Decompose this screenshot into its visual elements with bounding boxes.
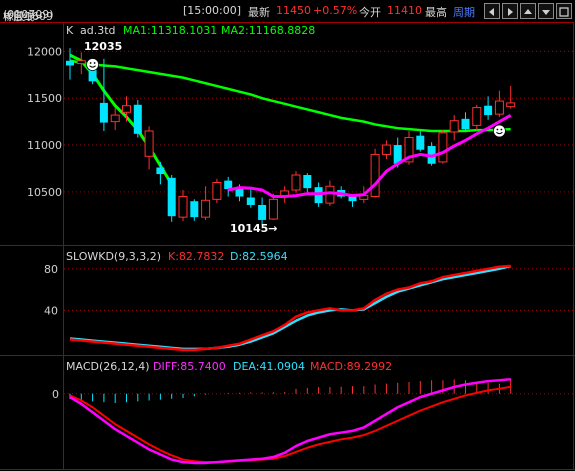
candle-body-18 xyxy=(268,198,278,220)
low-annotation: 10145→ xyxy=(230,222,278,235)
candle-body-4 xyxy=(110,114,120,123)
macd-y-tick-0: 0 xyxy=(52,388,59,401)
left-arrow-icon[interactable] xyxy=(484,3,500,19)
candle-body-12 xyxy=(201,199,211,218)
legend-k: K xyxy=(66,24,74,37)
candle-body-11 xyxy=(190,201,199,218)
smiley-sell-icon-eye-r xyxy=(93,62,96,64)
candle-body-3 xyxy=(99,102,108,123)
candle-body-34 xyxy=(449,120,459,133)
candle-body-33 xyxy=(438,132,448,163)
y-tick-12000: 12000 xyxy=(27,45,62,58)
open-value: 11410 xyxy=(387,4,422,17)
macd-series xyxy=(69,378,512,465)
ma1-label: MA1:11318.1031 xyxy=(123,24,217,37)
candle-body-21 xyxy=(303,175,312,189)
kd-y-tick-40: 40 xyxy=(44,304,58,317)
candle-body-0 xyxy=(66,60,74,66)
period-link[interactable]: 周期 xyxy=(453,4,475,20)
smiley-buy-icon-eye-r xyxy=(500,128,503,131)
short-ma-line xyxy=(69,53,173,186)
ma2-label: MA2:11168.8828 xyxy=(221,24,315,37)
legend-name: ad.3td xyxy=(80,24,116,37)
open-label: 今开 xyxy=(359,6,381,19)
smiley-sell-icon-face xyxy=(86,58,99,71)
smiley-sell-icon-eye-l xyxy=(89,62,92,64)
candle-body-20 xyxy=(291,174,301,191)
change-percent: +0.57% xyxy=(313,4,358,17)
title-bar: 橡胶1609 (010709) <日线> [15:00:00] 最新 11450 +… xyxy=(0,0,575,23)
candle-body-13 xyxy=(212,182,222,200)
main-legend: K ad.3td MA1:11318.1031 MA2:11168.8828 xyxy=(66,24,315,37)
macd-y-axis: 0 xyxy=(52,388,59,401)
expand-icon[interactable] xyxy=(556,3,572,19)
short-ma-segment-0 xyxy=(69,53,173,186)
high-label: 最高 xyxy=(425,6,447,19)
candle-body-36 xyxy=(472,107,482,126)
candle-body-14 xyxy=(224,180,233,190)
down-arrow-icon[interactable] xyxy=(538,3,554,19)
kd-legend: SLOWKD(9,3,3,2) K:82.7832 D:82.5964 xyxy=(66,250,288,263)
kd-d-segment-0 xyxy=(69,264,511,351)
macd-title: MACD(26,12,4) xyxy=(66,360,150,373)
candlesticks[interactable] xyxy=(66,48,516,226)
candle-body-10 xyxy=(178,196,188,218)
main-y-axis: 12000 11500 11000 10500 xyxy=(27,45,62,198)
candle-body-38 xyxy=(494,100,504,115)
up-arrow-icon[interactable] xyxy=(520,3,536,19)
latest-label: 最新 xyxy=(248,6,270,19)
candle-body-1 xyxy=(76,60,86,65)
candle-body-37 xyxy=(484,105,493,116)
macd-diff-segment-0 xyxy=(69,378,511,465)
candle-body-15 xyxy=(235,189,244,197)
candle-body-39 xyxy=(506,102,516,108)
right-arrow-icon[interactable] xyxy=(502,3,518,19)
kd-y-axis: 80 40 xyxy=(44,263,58,318)
candle-body-8 xyxy=(156,167,165,175)
candle-body-31 xyxy=(416,135,425,150)
kd-d-label: D:82.5964 xyxy=(230,250,288,263)
candle-body-7 xyxy=(144,130,154,157)
candle-body-6 xyxy=(133,104,142,134)
smiley-buy-icon-face xyxy=(492,124,506,138)
kd-title: SLOWKD(9,3,3,2) xyxy=(66,250,161,263)
candle-body-25 xyxy=(348,196,357,202)
y-tick-11500: 11500 xyxy=(27,92,62,105)
latest-value: 11450 xyxy=(276,4,311,17)
macd-diff-label: DIFF:85.7400 xyxy=(153,360,226,373)
candle-body-28 xyxy=(381,144,391,155)
slowkd-lines xyxy=(69,264,511,352)
candle-body-5 xyxy=(122,105,131,113)
macd-legend: MACD(26,12,4) DIFF:85.7400 DEA:41.0904 M… xyxy=(66,360,392,373)
candle-body-16 xyxy=(246,197,255,205)
candle-body-23 xyxy=(325,185,335,204)
candle-body-27 xyxy=(370,153,380,198)
candle-body-35 xyxy=(461,118,470,130)
chart-area[interactable]: 12000 11500 11000 10500 80 40 0 K ad.3td… xyxy=(0,22,575,471)
smiley-buy-icon-eye-l xyxy=(496,128,499,131)
time-label: [15:00:00] xyxy=(183,4,241,17)
kd-y-tick-80: 80 xyxy=(44,263,58,276)
high-annotation: 12035 xyxy=(84,40,122,53)
candle-body-17 xyxy=(258,204,267,220)
macd-dea-label: DEA:41.0904 xyxy=(233,360,305,373)
candle-body-9 xyxy=(167,177,176,217)
macd-value-label: MACD:89.2992 xyxy=(310,360,392,373)
y-tick-11000: 11000 xyxy=(27,139,62,152)
kd-k-label: K:82.7832 xyxy=(168,250,224,263)
y-tick-10500: 10500 xyxy=(27,186,62,199)
